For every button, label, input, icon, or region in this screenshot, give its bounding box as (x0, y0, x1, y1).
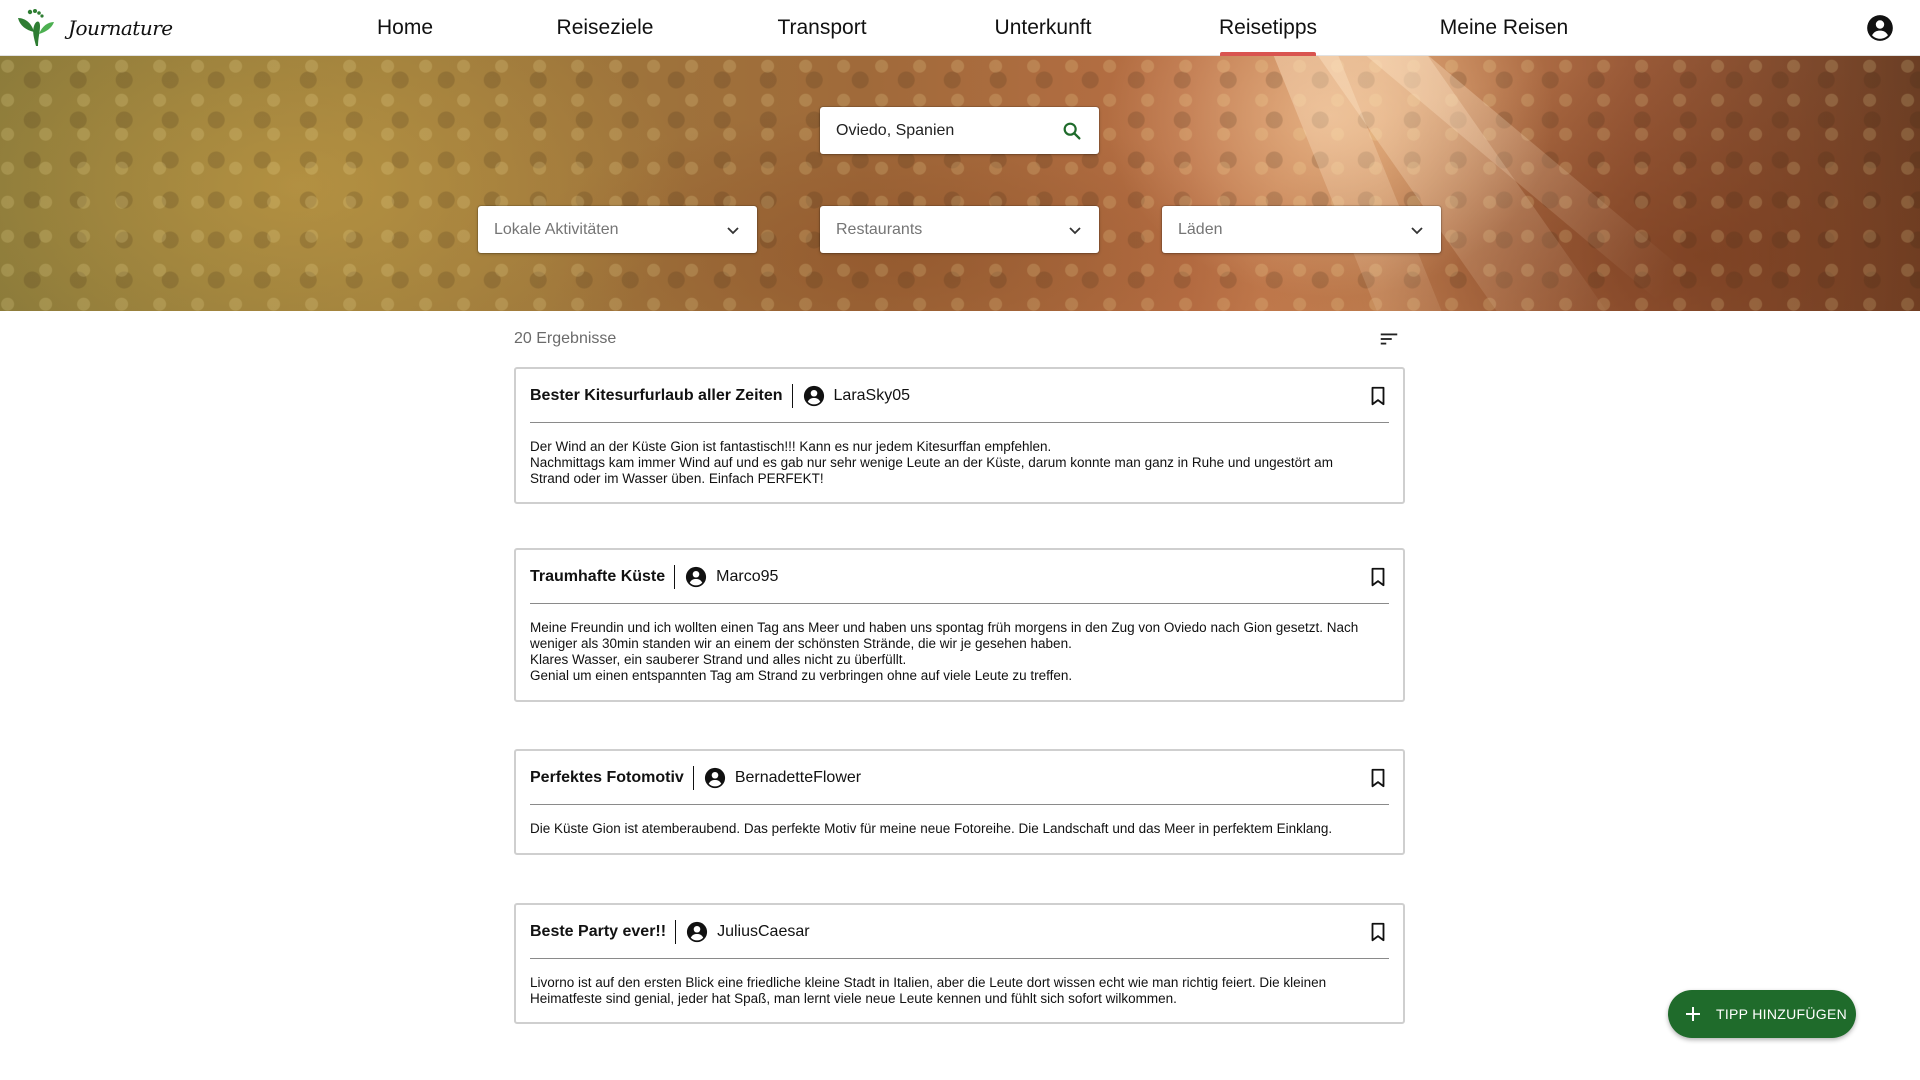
tip-title: Beste Party ever!! (530, 922, 667, 940)
tip-text-line: Heimatfeste sind genial, jeder hat Spaß,… (530, 991, 1177, 1006)
chevron-down-icon (1069, 226, 1081, 234)
footprint-leaf-logo-icon (18, 9, 54, 46)
tip-card[interactable]: Bester Kitesurfurlaub aller Zeiten LaraS… (514, 367, 1405, 504)
bookmark-icon[interactable] (1367, 921, 1389, 943)
user-avatar-icon (803, 385, 824, 406)
tip-title: Bester Kitesurfurlaub aller Zeiten (530, 386, 783, 404)
add-tip-button[interactable]: TIPP HINZUFÜGEN (1668, 990, 1856, 1038)
tip-text-line: Klares Wasser, ein sauberer Strand und a… (530, 652, 907, 667)
logo-text: Journature (68, 16, 173, 40)
filter-lokale-aktivitaeten[interactable]: Lokale Aktivitäten (478, 206, 757, 253)
destination-search-input[interactable]: Oviedo, Spanien (820, 107, 1099, 154)
nav-home[interactable]: Home (360, 0, 450, 56)
nav-unterkunft[interactable]: Unterkunft (988, 0, 1098, 56)
tip-text-line: Meine Freundin und ich wollten einen Tag… (530, 620, 1359, 635)
nav-reisetipps[interactable]: Reisetipps (1219, 0, 1317, 56)
logo[interactable]: Journature (16, 8, 173, 48)
user-avatar-icon (686, 921, 708, 942)
tip-card-header: Bester Kitesurfurlaub aller Zeiten LaraS… (530, 369, 1389, 423)
tip-text-line: Nachmittags kam immer Wind auf und es ga… (530, 455, 1333, 470)
tip-card-header: Traumhafte Küste Marco95 (530, 550, 1389, 604)
tip-card-header: Perfektes Fotomotiv BernadetteFlower (530, 751, 1389, 805)
filter-placeholder: Restaurants (836, 220, 923, 238)
tip-author[interactable]: BernadetteFlower (735, 769, 861, 787)
tip-text: Der Wind an der Küste Gion ist fantastis… (516, 423, 1403, 499)
tip-card[interactable]: Perfektes Fotomotiv BernadetteFlower Die… (514, 749, 1405, 855)
tip-text: Meine Freundin und ich wollten einen Tag… (516, 604, 1403, 696)
tip-card[interactable]: Traumhafte Küste Marco95 Meine Freundin … (514, 548, 1405, 702)
add-tip-label: TIPP HINZUFÜGEN (1716, 1006, 1848, 1022)
tip-text-line: Strand oder im Wasser üben. Einfach PERF… (530, 471, 824, 486)
tip-text-line: Genial um einen entspannten Tag am Stran… (530, 668, 1073, 683)
search-icon[interactable] (1061, 120, 1083, 142)
tip-text: Livorno ist auf den ersten Blick eine fr… (516, 959, 1403, 1019)
filter-placeholder: Läden (1178, 220, 1223, 238)
account-circle-icon[interactable] (1866, 14, 1894, 42)
bookmark-icon[interactable] (1367, 767, 1389, 789)
tip-text: Die Küste Gion ist atemberaubend. Das pe… (516, 805, 1403, 849)
tip-author[interactable]: Marco95 (716, 568, 778, 586)
tip-author[interactable]: LaraSky05 (834, 387, 911, 405)
divider (674, 564, 676, 589)
divider (692, 765, 694, 790)
tip-text-line: Livorno ist auf den ersten Blick eine fr… (530, 975, 1327, 990)
filter-restaurants[interactable]: Restaurants (820, 206, 1099, 253)
tip-title: Perfektes Fotomotiv (530, 768, 684, 786)
user-avatar-icon (686, 566, 707, 587)
bookmark-icon[interactable] (1367, 566, 1389, 588)
chevron-down-icon (727, 226, 739, 234)
tip-card-header: Beste Party ever!! JuliusCaesar (530, 905, 1389, 959)
sort-icon[interactable] (1378, 328, 1400, 350)
tip-text-line: weniger als 30min standen wir an einem d… (530, 636, 1072, 651)
nav-transport[interactable]: Transport (772, 0, 872, 56)
divider (791, 383, 793, 408)
results-count: 20 Ergebnisse (514, 330, 617, 347)
tip-text-line: Der Wind an der Küste Gion ist fantastis… (530, 439, 1052, 454)
nav-meine-reisen[interactable]: Meine Reisen (1436, 0, 1572, 56)
tip-author[interactable]: JuliusCaesar (717, 923, 809, 941)
search-value: Oviedo, Spanien (836, 121, 955, 139)
hero-banner (0, 56, 1920, 311)
tip-text-line: Die Küste Gion ist atemberaubend. Das pe… (530, 821, 1333, 836)
divider (675, 919, 677, 944)
tip-card[interactable]: Beste Party ever!! JuliusCaesar Livorno … (514, 903, 1405, 1024)
bookmark-icon[interactable] (1367, 385, 1389, 407)
tip-title: Traumhafte Küste (530, 567, 666, 585)
filter-placeholder: Lokale Aktivitäten (494, 220, 619, 238)
filter-laeden[interactable]: Läden (1162, 206, 1441, 253)
user-avatar-icon (704, 767, 725, 788)
nav-reiseziele[interactable]: Reiseziele (552, 0, 658, 56)
top-navigation-bar: Journature Home Reiseziele Transport Unt… (0, 0, 1920, 56)
plus-icon (1686, 1007, 1700, 1021)
chevron-down-icon (1411, 226, 1423, 234)
